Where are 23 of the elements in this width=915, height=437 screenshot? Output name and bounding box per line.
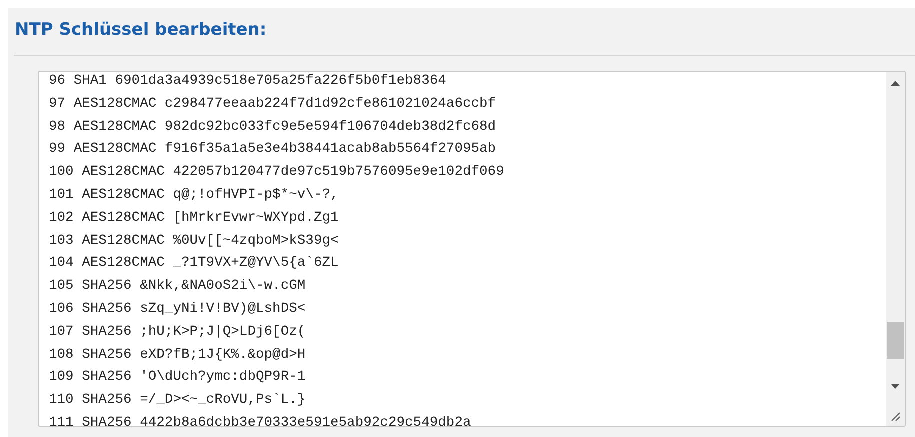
key-entry-line: 99 AES128CMAC f916f35a1a5e3e4b38441acab8ab5564f27095ab [49, 141, 496, 160]
key-entry-line: 105 SHA256 &Nkk,&NA0oS2i\-w.cGM [49, 278, 306, 296]
key-entry-line: 110 SHA256 =/_D><~_cRoVU,Ps`L.} [49, 392, 306, 410]
key-entry-line: 108 SHA256 eXD?fB;1J{K%.&op@d>H [49, 346, 306, 365]
key-entry-line: 96 SHA1 6901da3a4939c518e705a25fa226f5b0f1eb8364 [49, 73, 446, 91]
key-entry-line: 104 AES128CMAC _?1T9VX+Z@YV\5{a`6ZL [49, 255, 339, 274]
key-entry-line: 111 SHA256 4422b8a6dcbb3e70333e591e5ab92c29c549db2a [49, 414, 472, 426]
key-entry-line: 109 SHA256 'O\dUch?ymc:dbQP9R-1 [49, 369, 306, 388]
scroll-down-icon[interactable] [891, 384, 900, 389]
key-entry-line: 102 AES128CMAC [hMrkrEvwr~WXYpd.Zg1 [49, 210, 339, 228]
scrollbar-thumb[interactable] [887, 322, 904, 359]
scroll-up-icon[interactable] [891, 81, 900, 86]
resize-grip-icon[interactable] [891, 412, 900, 421]
key-entry-line: 103 AES128CMAC %0Uv[[~4zqboM>kS39g< [49, 232, 339, 251]
key-text-area[interactable] [38, 71, 906, 427]
vertical-scrollbar[interactable] [886, 72, 905, 426]
key-entry-line: 106 SHA256 sZq_yNi!V!BV)@LshDS< [49, 300, 306, 319]
key-entry-line: 101 AES128CMAC q@;!ofHVPI-p$*~v\-?, [49, 186, 339, 205]
key-entry-line: 107 SHA256 ;hU;K>P;J|Q>LDj6[Oz( [49, 324, 306, 342]
key-entry-line: 98 AES128CMAC 982dc92bc033fc9e5e594f106704deb38d2fc68d [49, 118, 496, 137]
key-entry-line: 100 AES128CMAC 422057b120477de97c519b7576095e9e102df069 [49, 164, 504, 182]
section-title: NTP Schlüssel bearbeiten: [14, 19, 268, 42]
key-entry-line: 97 AES128CMAC c298477eeaab224f7d1d92cfe861021024a6ccbf [49, 96, 496, 114]
